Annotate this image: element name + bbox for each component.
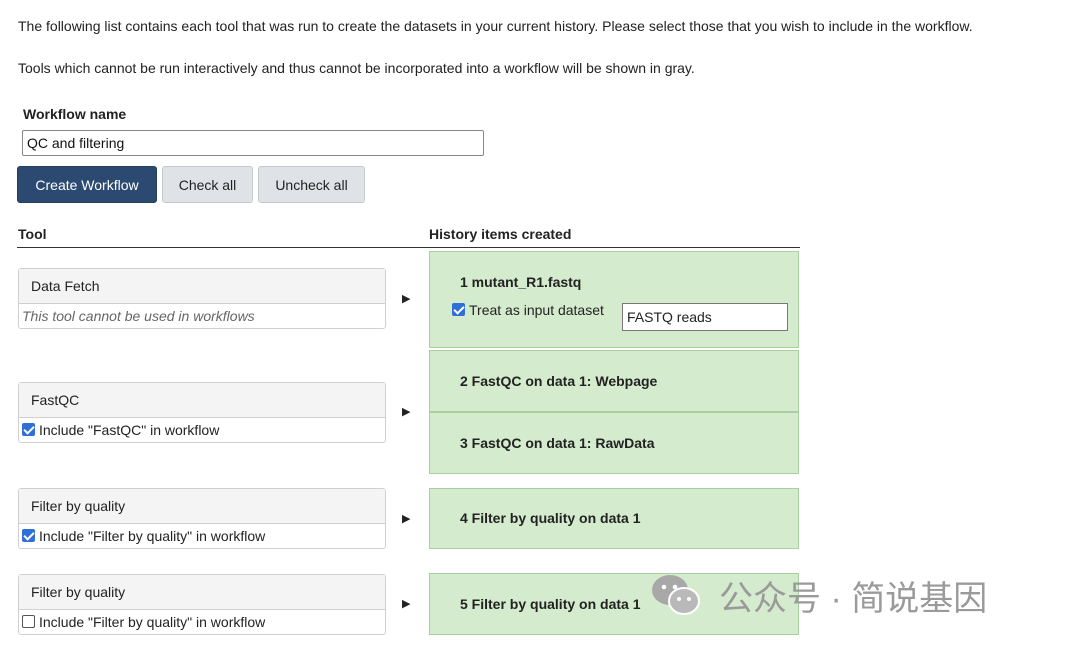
header-divider [17,247,800,248]
intro-text-2: Tools which cannot be run interactively … [18,60,695,76]
uncheck-all-button[interactable]: Uncheck all [258,166,365,203]
create-workflow-button[interactable]: Create Workflow [17,166,157,203]
include-label: Include "Filter by quality" in workflow [39,528,266,544]
wechat-icon [652,575,700,615]
include-fastqc-checkbox[interactable] [22,423,35,436]
tool-name: Data Fetch [19,269,385,304]
treat-as-input-row: Treat as input dataset [452,302,604,318]
arrow-icon: ▶ [402,513,411,525]
history-item-4: 4 Filter by quality on data 1 [429,488,799,549]
watermark: 公众号 · 简说基因 [651,573,988,618]
arrow-icon: ▶ [402,293,411,305]
column-header-history: History items created [429,226,572,242]
tool-box-filter-by-quality-2: Filter by quality Include "Filter by qua… [18,574,386,635]
tool-include-row: Include "FastQC" in workflow [19,418,385,442]
include-label: Include "FastQC" in workflow [39,422,220,438]
workflow-name-input[interactable] [22,130,484,156]
history-item-2: 2 FastQC on data 1: Webpage [429,350,799,412]
include-filter-checkbox[interactable] [22,529,35,542]
tool-box-filter-by-quality-1: Filter by quality Include "Filter by qua… [18,488,386,549]
history-item-1: 1 mutant_R1.fastq Treat as input dataset… [429,251,799,348]
tool-include-row: Include "Filter by quality" in workflow [19,524,385,548]
intro-text-1: The following list contains each tool th… [18,18,973,34]
history-item-title: 3 FastQC on data 1: RawData [460,435,655,451]
watermark-text: 公众号 · 简说基因 [719,579,988,618]
workflow-name-label: Workflow name [23,106,127,122]
tool-box-data-fetch: Data Fetch This tool cannot be used in w… [18,268,386,329]
history-item-title: 2 FastQC on data 1: Webpage [460,373,658,389]
input-dataset-name-field[interactable]: FASTQ reads [622,303,788,331]
include-filter-checkbox[interactable] [22,615,35,628]
treat-as-input-label: Treat as input dataset [469,302,604,318]
tool-include-row: Include "Filter by quality" in workflow [19,610,385,634]
include-label: Include "Filter by quality" in workflow [39,614,266,630]
tool-name: Filter by quality [19,489,385,524]
history-item-title: 4 Filter by quality on data 1 [460,510,641,526]
tool-disabled-note: This tool cannot be used in workflows [22,308,255,324]
history-item-title: 1 mutant_R1.fastq [460,274,582,290]
tool-name: FastQC [19,383,385,418]
check-all-button[interactable]: Check all [162,166,253,203]
history-item-3: 3 FastQC on data 1: RawData [429,412,799,474]
tool-name: Filter by quality [19,575,385,610]
arrow-icon: ▶ [402,598,411,610]
column-header-tool: Tool [18,226,47,242]
arrow-icon: ▶ [402,406,411,418]
tool-box-fastqc: FastQC Include "FastQC" in workflow [18,382,386,443]
treat-as-input-checkbox[interactable] [452,303,465,316]
